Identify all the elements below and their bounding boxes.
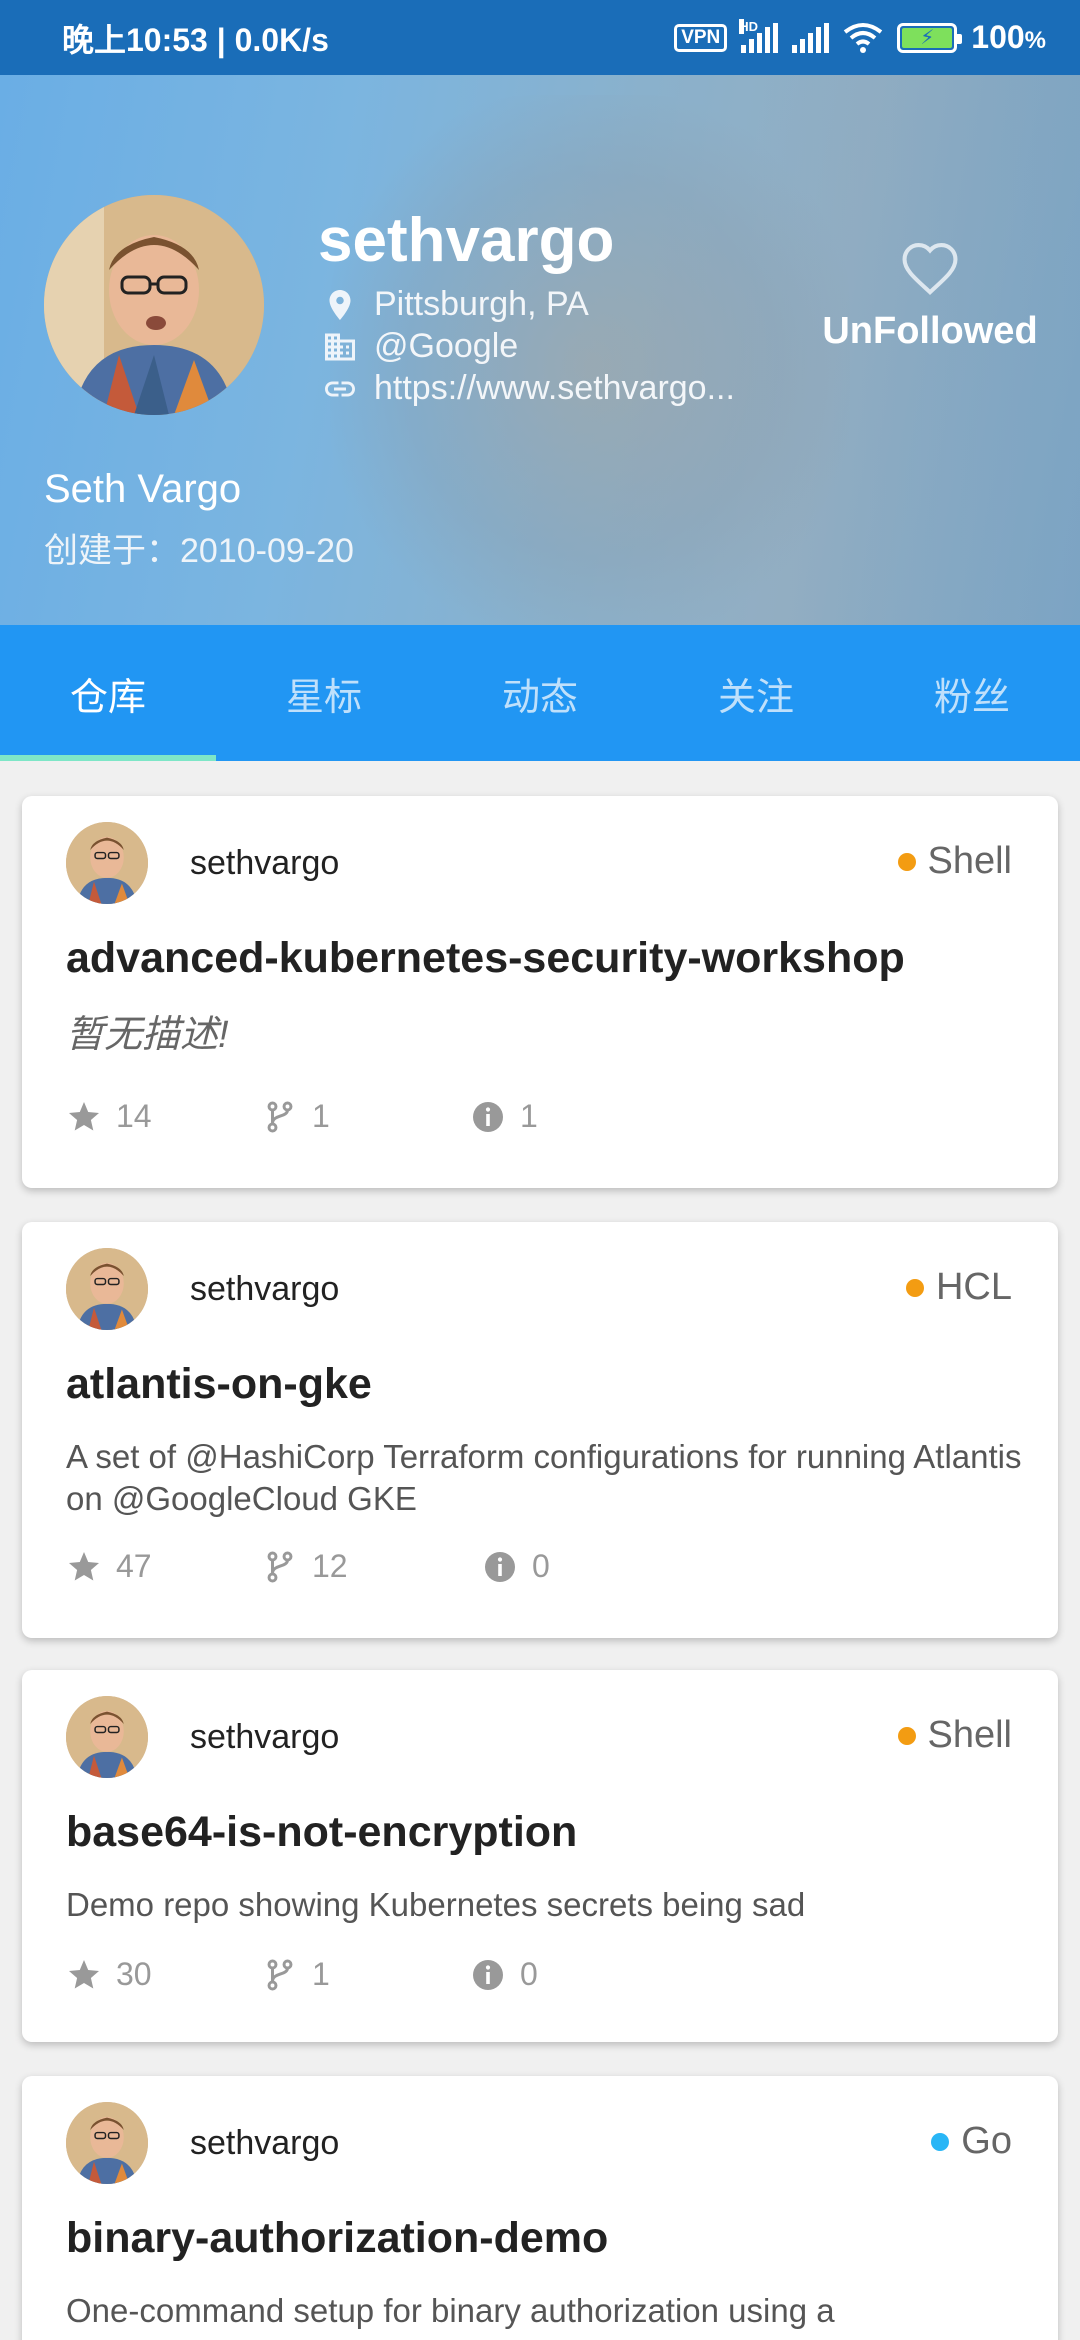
repo-description: 暂无描述! (66, 1014, 229, 1056)
company-row: @Google (322, 327, 518, 366)
repo-owner-name: sethvargo (190, 1717, 340, 1756)
repo-name: binary-authorization-demo (66, 2214, 609, 2262)
repo-name: atlantis-on-gke (66, 1360, 372, 1408)
profile-username: sethvargo (318, 206, 615, 275)
issues-stat: 1 (470, 1098, 538, 1135)
status-time-speed: 晚上10:53 | 0.0K/s (62, 21, 329, 58)
repo-owner-row: sethvargo (66, 822, 339, 904)
info-icon (473, 1959, 503, 1990)
repo-language: Shell (897, 840, 1013, 883)
language-dot (905, 1278, 924, 1297)
status-bar: 晚上10:53 | 0.0K/s VPN HD ⚡ 100% (0, 0, 1080, 75)
stars-stat: 14 (66, 1098, 152, 1135)
fork-icon (267, 1551, 293, 1582)
owner-avatar[interactable] (66, 822, 148, 904)
repo-owner-name: sethvargo (190, 1269, 340, 1308)
vpn-icon: VPN (674, 23, 728, 52)
repo-owner-row: sethvargo (66, 1696, 339, 1778)
repo-language: HCL (905, 1266, 1012, 1309)
profile-real-name: Seth Vargo (44, 467, 242, 511)
tab-following[interactable]: 关注 (648, 625, 864, 761)
info-icon (473, 1101, 503, 1132)
profile-blog-link[interactable]: https://www.sethvargo... (374, 369, 735, 408)
repo-description: One-command setup for binary authorizati… (66, 2292, 835, 2329)
building-icon (325, 333, 355, 360)
repo-name: base64-is-not-encryption (66, 1808, 578, 1856)
follow-label: UnFollowed (822, 310, 1038, 352)
star-icon (69, 1959, 99, 1988)
tab-activity[interactable]: 动态 (432, 625, 648, 761)
owner-avatar[interactable] (66, 2102, 148, 2184)
fork-icon (267, 1101, 293, 1132)
follow-button[interactable]: UnFollowed (810, 240, 1050, 353)
repo-owner-row: sethvargo (66, 2102, 339, 2184)
signal-icon (792, 22, 830, 53)
link-icon (325, 381, 355, 396)
repo-language: Shell (897, 1714, 1013, 1757)
location-pin-icon (329, 289, 351, 320)
language-dot (897, 852, 916, 871)
repo-owner-row: sethvargo (66, 1248, 339, 1330)
info-icon (485, 1551, 515, 1582)
signal-hd-icon: HD (739, 18, 779, 53)
tab-followers[interactable]: 粉丝 (864, 625, 1080, 761)
profile-header: sethvargo Pittsburgh, PA @Google https:/… (0, 75, 1080, 625)
stars-stat: 30 (66, 1956, 152, 1993)
owner-avatar[interactable] (66, 1248, 148, 1330)
battery-icon: ⚡ (897, 22, 963, 53)
tab-stars[interactable]: 星标 (216, 625, 432, 761)
repo-owner-name: sethvargo (190, 2123, 340, 2162)
battery-percent: 100 (971, 19, 1025, 55)
language-label: Shell (927, 840, 1013, 882)
location-row: Pittsburgh, PA (322, 285, 589, 324)
issues-stat: 0 (482, 1548, 550, 1585)
language-dot (897, 1726, 916, 1745)
forks-stat: 1 (262, 1098, 330, 1135)
repo-card[interactable]: sethvargo Shell advanced-kubernetes-secu… (22, 796, 1058, 1188)
language-label: HCL (935, 1266, 1012, 1308)
forks-stat: 12 (262, 1548, 348, 1585)
profile-location: Pittsburgh, PA (374, 285, 589, 323)
fork-icon (267, 1959, 293, 1990)
wifi-icon (844, 22, 883, 53)
star-icon (69, 1101, 99, 1130)
language-label: Go (961, 2120, 1012, 2162)
profile-company: @Google (374, 327, 519, 365)
tab-repositories[interactable]: 仓库 (0, 625, 216, 761)
owner-avatar[interactable] (66, 1696, 148, 1778)
repo-description: Demo repo showing Kubernetes secrets bei… (66, 1886, 806, 1923)
avatar[interactable] (44, 195, 264, 415)
stars-stat: 47 (66, 1548, 152, 1585)
repo-card[interactable]: sethvargo Go binary-authorization-demo O… (22, 2076, 1058, 2340)
repo-name: advanced-kubernetes-security-workshop (66, 934, 905, 982)
repo-owner-name: sethvargo (190, 843, 340, 882)
repo-language: Go (931, 2120, 1012, 2163)
profile-created-date: 创建于：2010-09-20 (44, 532, 354, 570)
repo-card[interactable]: sethvargo HCL atlantis-on-gke A set of @… (22, 1222, 1058, 1638)
tab-bar: 仓库 星标 动态 关注 粉丝 (0, 625, 1080, 761)
heart-outline-icon (902, 243, 958, 295)
repo-description: A set of @HashiCorp Terraform configurat… (66, 1438, 1022, 1517)
forks-stat: 1 (262, 1956, 330, 1993)
repo-card[interactable]: sethvargo Shell base64-is-not-encryption… (22, 1670, 1058, 2042)
status-icons: VPN HD ⚡ 100% (674, 18, 1046, 56)
blog-row[interactable]: https://www.sethvargo... (322, 369, 735, 408)
issues-stat: 0 (470, 1956, 538, 1993)
language-label: Shell (927, 1714, 1013, 1756)
language-dot (931, 2132, 950, 2151)
star-icon (69, 1551, 99, 1580)
